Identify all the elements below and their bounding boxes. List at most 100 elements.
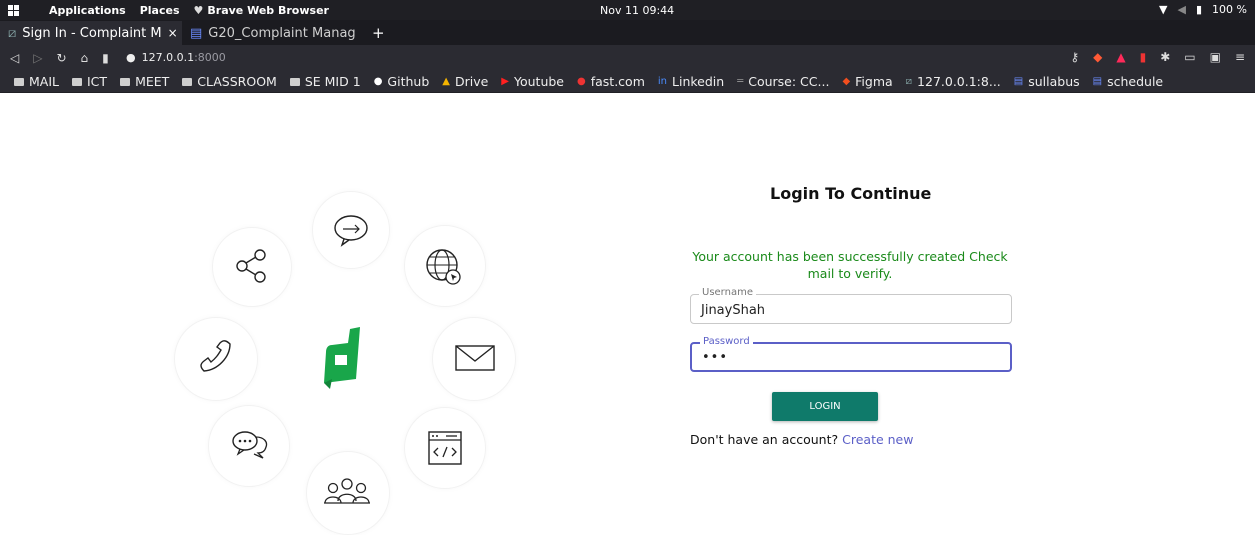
battery-level: 100 % — [1212, 3, 1247, 16]
team-icon — [324, 478, 370, 504]
bookmark-item[interactable]: SE MID 1 — [289, 74, 361, 89]
signup-prompt: Don't have an account? Create new — [690, 432, 913, 447]
app-grid-icon[interactable] — [8, 4, 19, 16]
bookmark-label: Figma — [855, 74, 893, 89]
share-icon — [236, 249, 266, 283]
phone-icon — [200, 340, 231, 372]
password-label: Password — [700, 336, 753, 347]
bookmarks-bar: MAIL ICT MEET CLASSROOM SE MID 1 ● Github ▲ Driv… — [0, 71, 1255, 93]
username-label: Username — [699, 287, 756, 298]
folder-icon — [120, 77, 131, 86]
bookmark-label: MEET — [135, 74, 170, 89]
success-message: Your account has been successfully creat… — [692, 249, 1008, 281]
tab-title: Sign In - Complaint M — [22, 25, 162, 41]
new-tab-button[interactable]: + — [362, 21, 395, 45]
bookmark-label: 127.0.0.1:8... — [917, 74, 1001, 89]
fast-icon: ● — [577, 76, 586, 87]
create-account-link[interactable]: Create new — [842, 432, 913, 447]
bookmark-label: Linkedin — [672, 74, 725, 89]
login-button[interactable]: LOGIN — [772, 392, 878, 421]
github-icon: ● — [373, 76, 383, 87]
bookmark-item[interactable]: ▲ Drive — [442, 74, 488, 89]
back-icon[interactable]: ◁ — [10, 51, 19, 65]
battery-icon[interactable]: ▮ — [1196, 3, 1202, 16]
bookmark-item[interactable]: MEET — [120, 74, 169, 89]
volume-icon[interactable]: ◀ — [1178, 3, 1186, 16]
menu-icon[interactable]: ≡ — [1235, 50, 1245, 64]
doc-icon: ▤ — [190, 25, 203, 41]
doc-icon: ▤ — [1092, 76, 1103, 87]
bookmark-item[interactable]: ═ Course: CC... — [737, 74, 829, 89]
bookmark-label: ICT — [87, 74, 108, 89]
globe-icon — [426, 249, 461, 285]
bookmark-item[interactable]: ● Github — [374, 74, 430, 89]
bookmark-label: fast.com — [590, 74, 645, 89]
home-icon[interactable]: ⌂ — [81, 51, 89, 65]
url-host: 127.0.0.1 — [141, 51, 195, 64]
drive-icon: ▲ — [442, 76, 450, 87]
brave-lion-icon: ♥ — [193, 3, 204, 17]
site-info-icon[interactable]: ● — [126, 51, 136, 64]
chat-bubble-icon — [334, 215, 368, 247]
signup-text: Don't have an account? — [690, 432, 839, 447]
bookmark-item[interactable]: in Linkedin — [658, 74, 724, 89]
mail-icon — [455, 345, 495, 371]
bookmark-label: Github — [387, 74, 430, 89]
bookmark-item[interactable]: ▤ schedule — [1093, 74, 1163, 89]
favicon-icon: ⧄ — [8, 25, 17, 41]
wallet-icon[interactable]: ▣ — [1210, 50, 1221, 64]
address-bar[interactable]: ● 127.0.0.1:8000 — [126, 51, 226, 64]
app-logo-icon — [324, 327, 360, 389]
bookmark-label: CLASSROOM — [197, 74, 277, 89]
reload-icon[interactable]: ↻ — [56, 51, 66, 65]
communication-illustration — [170, 185, 520, 535]
bookmark-label: sullabus — [1028, 74, 1080, 89]
course-icon: ═ — [737, 76, 744, 87]
username-field[interactable]: Username JinayShah — [690, 287, 1012, 324]
folder-icon — [182, 77, 193, 86]
site-icon: ⧄ — [905, 76, 913, 87]
username-value: JinayShah — [701, 303, 766, 318]
bookmark-label: Youtube — [514, 74, 564, 89]
folder-icon — [14, 77, 24, 86]
folder-icon — [289, 77, 300, 86]
bookmark-item[interactable]: ICT — [72, 74, 107, 89]
extensions-puzzle-icon[interactable]: ✱ — [1160, 50, 1170, 64]
bookmark-icon[interactable]: ▮ — [102, 51, 109, 65]
youtube-icon: ▶ — [501, 76, 509, 87]
tab-sign-in[interactable]: ⧄ Sign In - Complaint M × — [0, 21, 182, 45]
extension-icon[interactable]: ▮ — [1140, 50, 1147, 64]
wifi-icon[interactable]: ▼ — [1159, 3, 1167, 16]
password-field[interactable]: Password ••• — [690, 336, 1012, 372]
figma-icon: ◆ — [842, 76, 851, 87]
bookmark-item[interactable]: CLASSROOM — [182, 74, 277, 89]
applications-menu[interactable]: Applications — [49, 4, 126, 17]
tab-title: G20_Complaint Manag — [208, 25, 356, 41]
page-title: Login To Continue — [770, 184, 932, 203]
key-icon[interactable]: ⚷ — [1070, 50, 1079, 64]
active-app-label[interactable]: Brave Web Browser — [207, 4, 329, 17]
bookmark-label: schedule — [1107, 74, 1164, 89]
bookmark-item[interactable]: ◆ Figma — [842, 74, 892, 89]
bookmark-item[interactable]: ⧄ 127.0.0.1:8... — [906, 74, 1001, 89]
conversation-icon — [232, 431, 268, 459]
url-port: :8000 — [194, 51, 226, 64]
places-menu[interactable]: Places — [140, 4, 180, 17]
brave-rewards-icon[interactable]: ▲ — [1116, 50, 1125, 64]
bookmark-label: Drive — [454, 74, 489, 89]
bookmark-label: Course: CC... — [748, 74, 830, 89]
sidebar-icon[interactable]: ▭ — [1184, 50, 1195, 64]
tab-complaint-manager[interactable]: ▤ G20_Complaint Manag — [182, 21, 362, 45]
bookmark-label: SE MID 1 — [304, 74, 361, 89]
code-window-icon — [428, 431, 462, 465]
bookmark-item[interactable]: MAIL — [14, 74, 59, 89]
bookmark-item[interactable]: ▤ sullabus — [1014, 74, 1080, 89]
system-clock[interactable]: Nov 11 09:44 — [600, 4, 674, 17]
password-value: ••• — [702, 350, 729, 365]
bookmark-item[interactable]: ▶ Youtube — [501, 74, 564, 89]
brave-shields-icon[interactable]: ◆ — [1093, 50, 1102, 64]
doc-icon: ▤ — [1013, 76, 1024, 87]
close-tab-icon[interactable]: × — [168, 26, 178, 40]
bookmark-item[interactable]: ● fast.com — [577, 74, 645, 89]
forward-icon[interactable]: ▷ — [33, 51, 42, 65]
